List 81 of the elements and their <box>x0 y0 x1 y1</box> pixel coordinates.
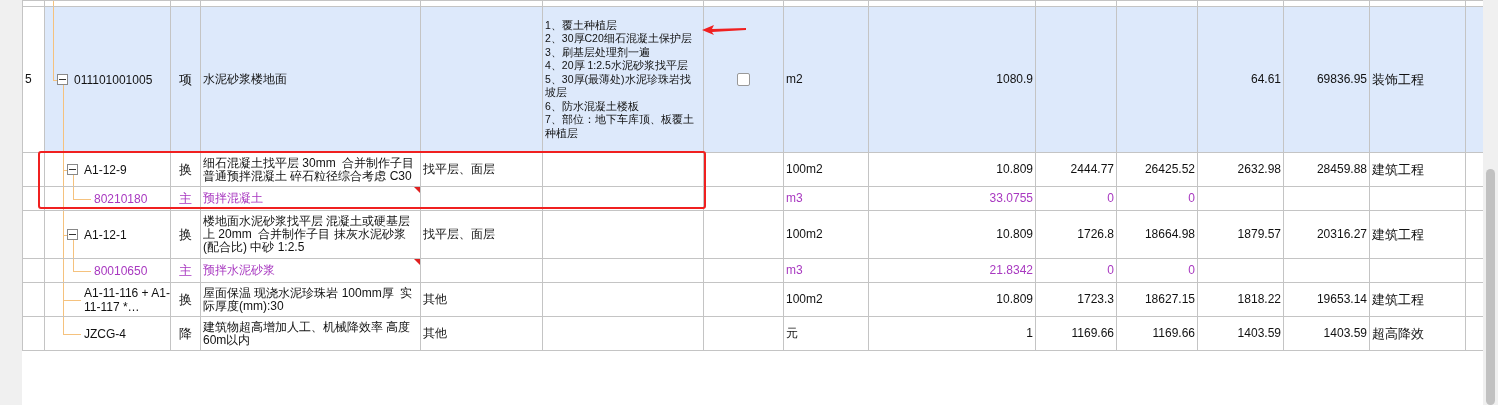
category-cell: 建筑工程 <box>1372 227 1424 242</box>
item-code: JZCG-4 <box>84 326 126 341</box>
number-cell: 0 <box>1107 191 1114 205</box>
item-type: 项 <box>179 72 192 87</box>
item-name: 水泥砂浆楼地面 <box>203 72 287 86</box>
checkbox[interactable] <box>737 73 750 86</box>
item-type: 换 <box>179 292 192 307</box>
scrollbar[interactable] <box>1483 0 1498 405</box>
number-cell: 69836.95 <box>1316 72 1367 86</box>
number-cell: 10.809 <box>996 292 1033 306</box>
number-cell: 1403.59 <box>1237 326 1281 340</box>
item-type: 换 <box>179 162 192 177</box>
number-cell: 2632.98 <box>1237 162 1281 176</box>
number-cell: 18627.15 <box>1144 292 1195 306</box>
description-line: 3、刷基层处理剂一遍 <box>545 45 651 60</box>
item-unit: m3 <box>786 263 803 277</box>
item-code: 011101001005 <box>74 72 153 87</box>
item-name: 细石混凝土找平层 30mm 合并制作子目普通预拌混凝土 碎石粒径综合考虑 C30 <box>203 155 415 183</box>
number-cell: 1403.59 <box>1323 326 1367 340</box>
collapse-toggle[interactable] <box>67 228 78 240</box>
number-cell: 1169.66 <box>1152 326 1195 340</box>
number-cell: 10.809 <box>996 162 1033 176</box>
item-name: 预拌混凝土 <box>203 191 263 205</box>
item-name: 屋面保温 现浇水泥珍珠岩 100mm厚 实际厚度(mm):30 <box>203 285 413 313</box>
category-cell: 装饰工程 <box>1372 72 1424 87</box>
item-code: 80210180 <box>94 191 148 206</box>
description-line: 7、部位：地下车库顶、板覆土种植层 <box>545 113 695 141</box>
item-unit: 元 <box>786 326 798 340</box>
description-line: 6、防水混凝土楼板 <box>545 99 640 114</box>
number-cell: 64.61 <box>1250 72 1281 86</box>
item-code: 80010650 <box>94 263 148 278</box>
item-unit: m3 <box>786 191 803 205</box>
number-cell: 0 <box>1188 191 1195 205</box>
number-cell: 1 <box>1026 326 1033 340</box>
number-cell: 1726.8 <box>1077 227 1114 241</box>
number-cell: 0 <box>1107 263 1114 277</box>
item-type: 换 <box>179 227 192 242</box>
item-feature: 找平层、面层 <box>423 227 495 241</box>
item-name: 楼地面水泥砂浆找平层 混凝土或硬基层上 20mm 合并制作子目 抹灰水泥砂浆(配合比) 中砂 1:2.5 <box>203 214 411 254</box>
item-feature: 其他 <box>423 292 447 306</box>
item-name: 建筑物超高增加人工、机械降效率 高度60m以内 <box>203 319 411 347</box>
category-cell: 超高降效 <box>1372 326 1424 341</box>
number-cell: 33.0755 <box>989 191 1033 205</box>
number-cell: 1169.66 <box>1071 326 1114 340</box>
number-cell: 20316.27 <box>1316 227 1367 241</box>
scrollbar-thumb[interactable] <box>1486 169 1495 405</box>
number-cell: 2444.77 <box>1070 162 1114 176</box>
item-unit: 100m2 <box>786 227 823 241</box>
number-cell: 21.8342 <box>989 263 1033 277</box>
item-type: 降 <box>179 326 192 341</box>
item-unit: 100m2 <box>786 292 823 306</box>
collapse-toggle[interactable] <box>57 73 68 85</box>
row-number: 5 <box>25 72 32 86</box>
item-code: A1-12-9 <box>84 162 127 177</box>
number-cell: 0 <box>1188 263 1195 277</box>
item-type: 主 <box>179 191 192 206</box>
number-cell: 1879.57 <box>1237 227 1281 241</box>
number-cell: 1080.9 <box>996 72 1033 86</box>
item-type: 主 <box>179 263 192 278</box>
category-cell: 建筑工程 <box>1372 162 1424 177</box>
number-cell: 26425.52 <box>1144 162 1195 176</box>
number-cell: 1723.3 <box>1077 292 1114 306</box>
item-feature: 其他 <box>423 326 447 340</box>
number-cell: 10.809 <box>996 227 1033 241</box>
number-cell: 1818.22 <box>1237 292 1281 306</box>
item-unit: 100m2 <box>786 162 823 176</box>
number-cell: 28459.88 <box>1316 162 1367 176</box>
number-cell: 18664.98 <box>1144 227 1195 241</box>
item-unit: m2 <box>786 72 803 86</box>
arrow-icon <box>700 24 748 36</box>
category-cell: 建筑工程 <box>1372 292 1424 307</box>
item-name: 预拌水泥砂浆 <box>203 263 275 277</box>
number-cell: 19653.14 <box>1316 292 1367 306</box>
item-code: A1-11-116 + A1-11-117 *… <box>84 285 170 314</box>
collapse-toggle[interactable] <box>67 163 78 175</box>
description-line: 4、20厚 1:2.5水泥砂浆找平层 <box>545 59 689 73</box>
item-feature: 找平层、面层 <box>423 162 495 176</box>
item-code: A1-12-1 <box>84 227 127 242</box>
description-line: 2、30厚C20细石混凝土保护层 <box>545 32 693 46</box>
description-line: 1、覆土种植层 <box>545 18 618 33</box>
description-line: 5、30厚(最薄处)水泥珍珠岩找坡层 <box>545 72 692 100</box>
